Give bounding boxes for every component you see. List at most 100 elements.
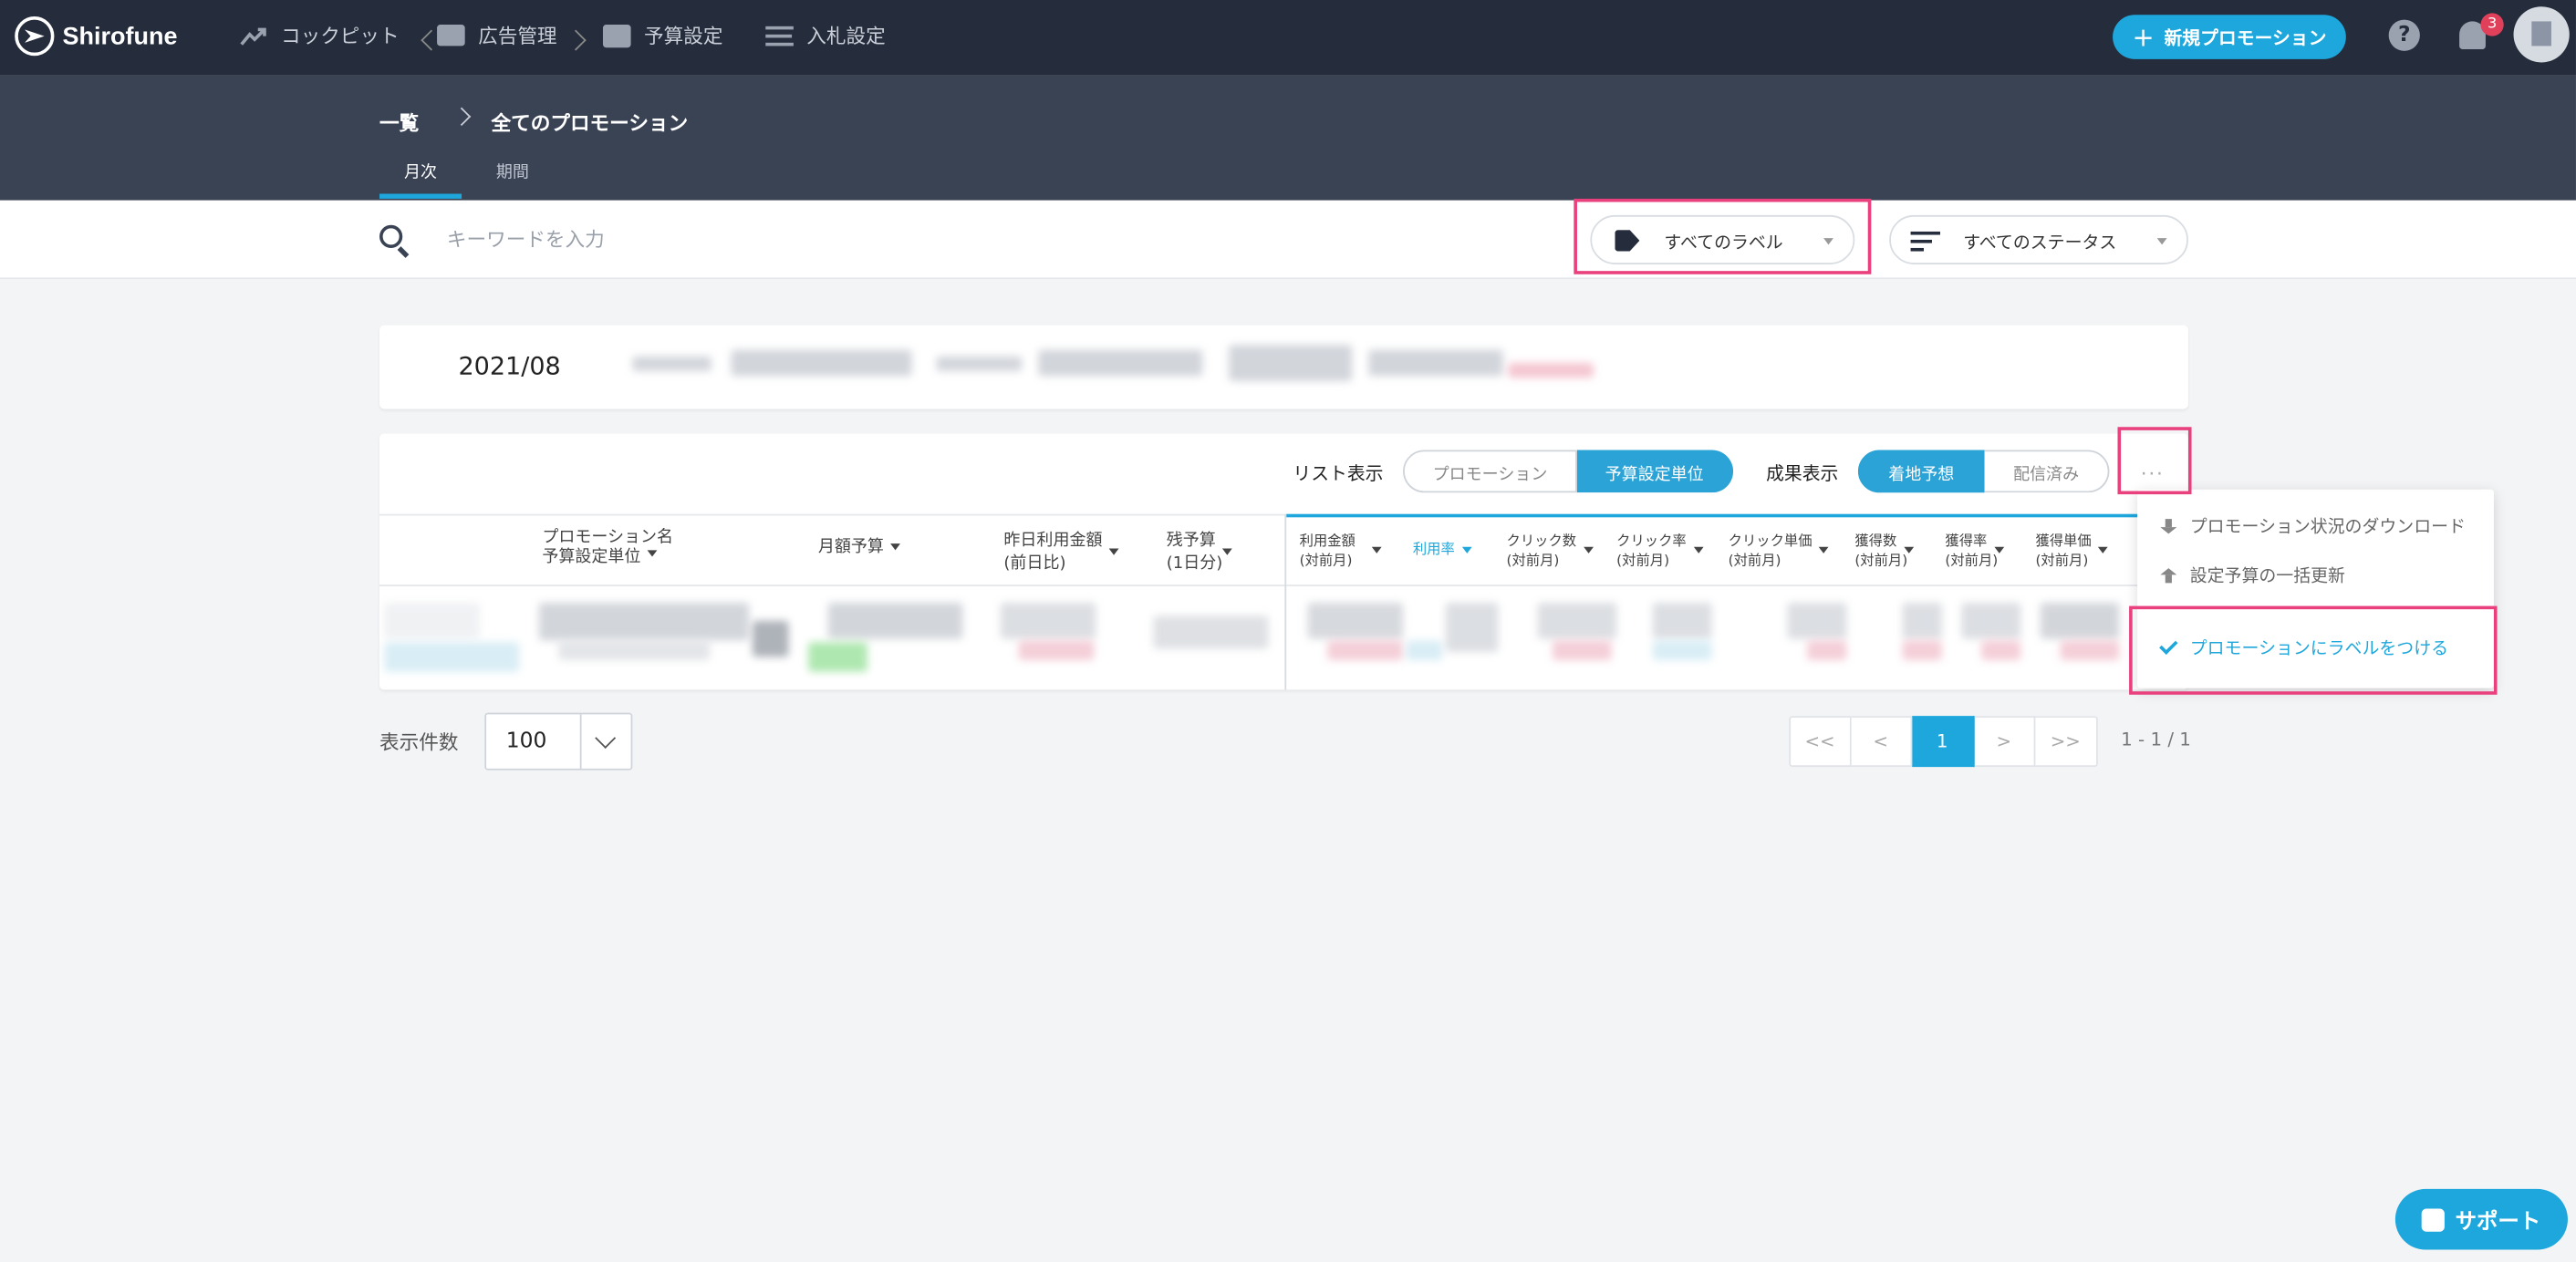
month-value: 2021/08 bbox=[458, 351, 561, 381]
column-header-line: (対前月) bbox=[1854, 553, 1908, 570]
filter-icon bbox=[1910, 231, 1940, 252]
redacted-cell bbox=[1537, 602, 1617, 639]
result-view-delivered[interactable]: 配信済み bbox=[1984, 450, 2110, 493]
column-header-line: プロモーション名 bbox=[542, 528, 674, 547]
logo-icon bbox=[15, 16, 55, 57]
column-header-cvr[interactable]: 獲得率 (対前月) bbox=[1945, 531, 2004, 570]
tab-monthly[interactable]: 月次 bbox=[404, 158, 437, 182]
search-icon bbox=[379, 224, 403, 248]
sort-icon bbox=[1818, 546, 1829, 553]
menu-item-label: プロモーション状況のダウンロード bbox=[2189, 517, 2466, 537]
result-view-label: 成果表示 bbox=[1766, 462, 1839, 485]
redacted-cell bbox=[1445, 602, 1499, 652]
notification-badge: 3 bbox=[2480, 13, 2504, 36]
column-header-line: (対前月) bbox=[2035, 553, 2089, 570]
avatar[interactable] bbox=[2513, 6, 2570, 63]
column-header-conversions[interactable]: 獲得数 (対前月) bbox=[1854, 531, 1914, 570]
help-icon[interactable]: ? bbox=[2388, 19, 2420, 51]
column-group-indicator bbox=[1286, 513, 2138, 518]
sort-icon bbox=[890, 543, 900, 551]
column-header-yesterday-spend[interactable]: 昨日利用金額 (前日比) bbox=[1003, 529, 1119, 574]
page-next[interactable]: > bbox=[1973, 716, 2036, 768]
menu-item-download[interactable]: プロモーション状況のダウンロード bbox=[2160, 514, 2466, 539]
tab-period[interactable]: 期間 bbox=[496, 158, 529, 182]
nav-item-bid-settings[interactable]: 入札設定 bbox=[765, 21, 886, 49]
redacted-cell bbox=[808, 642, 867, 672]
redacted-cell bbox=[1807, 640, 1847, 661]
list-view-budget-unit[interactable]: 予算設定単位 bbox=[1576, 450, 1734, 493]
redacted-cell bbox=[1652, 602, 1712, 639]
redacted-cell bbox=[827, 602, 963, 639]
column-header-clicks[interactable]: クリック数 (対前月) bbox=[1507, 531, 1594, 570]
column-header-line: 予算設定単位 bbox=[542, 548, 641, 567]
support-button[interactable]: サポート bbox=[2394, 1188, 2568, 1250]
column-header-line: クリック単価 bbox=[1728, 533, 1813, 551]
chevron-down-icon bbox=[595, 728, 617, 750]
plus-icon: + bbox=[2132, 21, 2155, 53]
breadcrumb-home[interactable]: 一覧 bbox=[379, 109, 419, 137]
result-view-forecast[interactable]: 着地予想 bbox=[1857, 450, 1985, 493]
upload-icon bbox=[2160, 567, 2177, 584]
column-header-cpc[interactable]: クリック単価 (対前月) bbox=[1729, 531, 1829, 570]
download-icon bbox=[2160, 518, 2177, 534]
page-prev[interactable]: < bbox=[1850, 716, 1913, 768]
active-tab-indicator bbox=[379, 193, 462, 199]
sort-icon bbox=[1461, 545, 1471, 553]
list-view-promotion[interactable]: プロモーション bbox=[1403, 450, 1577, 493]
column-header-name[interactable]: プロモーション名 予算設定単位 bbox=[542, 529, 673, 568]
column-header-line: 獲得数 bbox=[1854, 533, 1897, 551]
sort-icon bbox=[1221, 548, 1232, 555]
column-header-line: 利用金額 bbox=[1299, 533, 1356, 551]
column-divider bbox=[1284, 513, 1287, 690]
redacted-cell bbox=[1406, 640, 1443, 661]
status-filter-select[interactable]: すべてのステータス bbox=[1889, 214, 2188, 264]
column-header-line: 利用率 bbox=[1412, 542, 1455, 559]
redacted-cell bbox=[384, 602, 480, 639]
nav-item-budget-settings[interactable]: 予算設定 bbox=[602, 21, 722, 49]
per-page-select[interactable]: 100 bbox=[484, 712, 633, 771]
app-root: Shirofune コックピット 広告管理 予算設定 入札設定 + 新規プロモー… bbox=[0, 0, 2576, 1261]
caret-down-icon bbox=[2156, 238, 2167, 245]
menu-item-label: 設定予算の一括更新 bbox=[2189, 566, 2345, 586]
column-header-remaining[interactable]: 残予算 (1日分) bbox=[1167, 529, 1232, 574]
page-number[interactable]: 1 bbox=[1912, 716, 1974, 768]
column-header-usage-rate[interactable]: 利用率 bbox=[1413, 541, 1471, 561]
breadcrumb-current: 全てのプロモーション bbox=[491, 111, 689, 135]
trend-icon bbox=[240, 26, 266, 45]
logo[interactable]: Shirofune bbox=[15, 16, 178, 57]
sub-header: 一覧 全てのプロモーション 月次 期間 bbox=[0, 75, 2576, 201]
column-header-ctr[interactable]: クリック率 (対前月) bbox=[1616, 531, 1703, 570]
column-header-line: (前日比) bbox=[1003, 554, 1066, 574]
column-header-spend[interactable]: 利用金額 (対前月) bbox=[1300, 531, 1382, 570]
menu-item-bulk-update[interactable]: 設定予算の一括更新 bbox=[2160, 564, 2345, 588]
list-view-label: リスト表示 bbox=[1293, 462, 1384, 485]
page-last[interactable]: >> bbox=[2035, 716, 2097, 768]
nav-item-ad-management[interactable]: 広告管理 bbox=[437, 21, 557, 49]
page-first[interactable]: << bbox=[1789, 716, 1851, 768]
sort-icon bbox=[1993, 546, 2004, 553]
redacted-cell bbox=[1961, 602, 2021, 639]
search-input[interactable] bbox=[446, 222, 1269, 256]
status-filter-value: すべてのステータス bbox=[1963, 233, 2117, 253]
redacted-cell bbox=[1981, 640, 2021, 661]
redacted-summary bbox=[1229, 345, 1353, 381]
support-label: サポート bbox=[2455, 1210, 2541, 1236]
column-header-cpa[interactable]: 獲得単価 (対前月) bbox=[2035, 531, 2108, 570]
list-view-toggle: プロモーション 予算設定単位 bbox=[1403, 450, 1734, 493]
nav-item-cockpit[interactable]: コックピット bbox=[240, 21, 400, 49]
robot-icon bbox=[2422, 1207, 2446, 1231]
redacted-summary bbox=[1368, 349, 1503, 377]
sliders-icon bbox=[765, 25, 794, 46]
new-promotion-button[interactable]: + 新規プロモーション bbox=[2113, 15, 2346, 59]
logo-text: Shirofune bbox=[62, 22, 178, 50]
sort-icon bbox=[647, 550, 658, 557]
redacted-summary bbox=[1508, 363, 1594, 378]
highlight-add-label-item bbox=[2129, 605, 2498, 695]
sort-icon bbox=[1583, 546, 1594, 553]
folder-icon bbox=[437, 25, 465, 47]
column-header-monthly-budget[interactable]: 月額予算 bbox=[818, 539, 900, 559]
redacted-cell bbox=[752, 620, 789, 657]
per-page-label: 表示件数 bbox=[379, 730, 459, 754]
result-range: 1 - 1 / 1 bbox=[2121, 729, 2191, 751]
nav-item-label: 入札設定 bbox=[806, 25, 886, 48]
